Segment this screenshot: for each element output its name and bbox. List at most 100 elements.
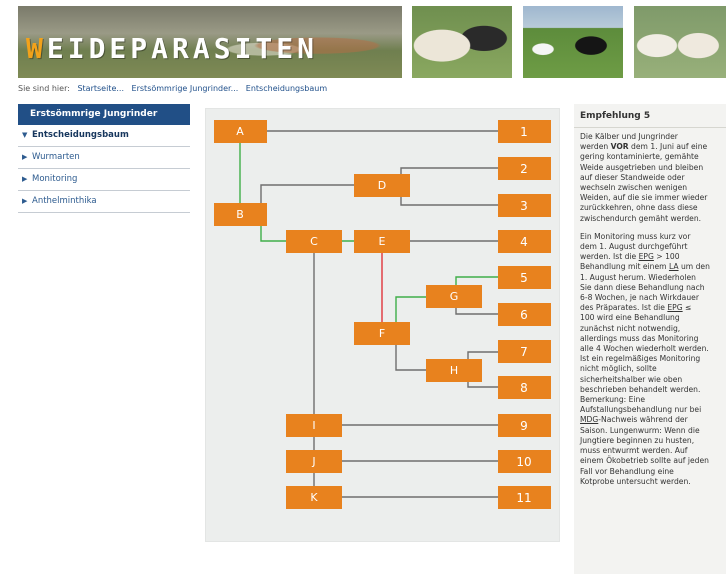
sidebar-item-wurmarten[interactable]: ▶ Wurmarten bbox=[18, 147, 190, 169]
svg-text:7: 7 bbox=[520, 345, 528, 359]
node-i[interactable]: I bbox=[286, 414, 342, 437]
sidebar-item-label: Wurmarten bbox=[32, 152, 80, 162]
text-line: 6-8 Wochen, je nach Wirkdauer bbox=[580, 293, 699, 303]
text-line: Jungtiere beginnen zu husten, bbox=[580, 435, 695, 445]
svg-text:H: H bbox=[450, 364, 458, 377]
text-line: auf dieser Standweide oder bbox=[580, 172, 685, 182]
svg-text:2: 2 bbox=[520, 162, 528, 176]
text-segment: dem 1. Juni auf eine bbox=[628, 142, 708, 152]
svg-text:4: 4 bbox=[520, 235, 528, 249]
node-c[interactable]: C bbox=[286, 230, 342, 253]
node-3[interactable]: 3 bbox=[498, 194, 551, 217]
node-f[interactable]: F bbox=[354, 322, 410, 345]
divider bbox=[574, 127, 726, 128]
text-line: 1. August herum. Wiederholen bbox=[580, 272, 696, 282]
svg-text:5: 5 bbox=[520, 271, 528, 285]
svg-text:9: 9 bbox=[520, 419, 528, 433]
sidebar-header: Erstsömmrige Jungrinder bbox=[18, 104, 190, 125]
text-line: zwischendurch gemäht werden. bbox=[580, 213, 702, 223]
svg-text:8: 8 bbox=[520, 381, 528, 395]
node-b[interactable]: B bbox=[214, 203, 267, 226]
svg-text:K: K bbox=[310, 491, 318, 504]
edge-f-g bbox=[395, 296, 426, 322]
edge-d-2 bbox=[400, 167, 498, 185]
text-line: Aufstallungsbehandlung nur bei bbox=[580, 405, 702, 415]
text-line: alle 4 Wochen wiederholt werden. bbox=[580, 344, 709, 354]
edge-b-c bbox=[260, 226, 286, 242]
node-d[interactable]: D bbox=[354, 174, 410, 197]
text-segment: um den bbox=[678, 262, 710, 272]
node-5[interactable]: 5 bbox=[498, 266, 551, 289]
node-g[interactable]: G bbox=[426, 285, 482, 308]
text-line: nicht möglich, sollte bbox=[580, 364, 657, 374]
text-emphasis: EPG bbox=[667, 303, 683, 313]
text-line: 100 wird eine Behandlung bbox=[580, 313, 680, 323]
text-line: werden VOR dem 1. Juni auf eine bbox=[580, 142, 726, 152]
sheep-photo bbox=[412, 6, 512, 78]
text-line: gering kontaminierte, gemähte bbox=[580, 152, 699, 162]
sidebar-item-monitoring[interactable]: ▶ Monitoring bbox=[18, 169, 190, 191]
text-emphasis: LA bbox=[668, 262, 679, 272]
svg-text:C: C bbox=[310, 235, 318, 248]
svg-text:E: E bbox=[379, 235, 386, 248]
svg-text:B: B bbox=[236, 208, 244, 221]
text-line: des Präparates. Ist die EPG ≤ bbox=[580, 303, 726, 313]
svg-text:G: G bbox=[450, 290, 459, 303]
text-line: wechseln zwischen wenigen bbox=[580, 183, 688, 193]
node-1[interactable]: 1 bbox=[498, 120, 551, 143]
text-line: Saison. Lungenwurm: Wenn die bbox=[580, 425, 700, 435]
text-line: zunächst nicht notwendig, bbox=[580, 323, 681, 333]
text-line: zurückkehren, ohne dass diese bbox=[580, 203, 698, 213]
sidebar-item-label: Monitoring bbox=[32, 174, 78, 184]
svg-text:1: 1 bbox=[520, 125, 528, 139]
breadcrumb-link-entscheidungsbaum[interactable]: Entscheidungsbaum bbox=[246, 84, 327, 93]
text-line: Fall vor Behandlung eine bbox=[580, 466, 674, 476]
breadcrumb-prefix: Sie sind hier: bbox=[18, 84, 70, 93]
node-a[interactable]: A bbox=[214, 120, 267, 143]
text-line: Kotprobe untersucht werden. bbox=[580, 476, 691, 486]
recommendation-text: Die Kälber und Jungrinder werden VOR dem … bbox=[580, 132, 726, 487]
text-segment: ≤ bbox=[682, 303, 692, 313]
node-10[interactable]: 10 bbox=[498, 450, 551, 473]
text-line: Ein Monitoring muss kurz vor bbox=[580, 231, 691, 241]
triangle-down-icon: ▼ bbox=[22, 131, 28, 139]
breadcrumb-link-jungrinder[interactable]: Erstsömmrige Jungrinder... bbox=[132, 84, 239, 93]
sidebar-item-entscheidungsbaum[interactable]: ▼ Entscheidungsbaum bbox=[18, 125, 190, 147]
svg-text:10: 10 bbox=[516, 455, 531, 469]
node-h[interactable]: H bbox=[426, 359, 482, 382]
svg-text:J: J bbox=[311, 455, 315, 468]
header-banner: WEIDEPARASITEN bbox=[18, 6, 726, 78]
node-2[interactable]: 2 bbox=[498, 157, 551, 180]
node-e[interactable]: E bbox=[354, 230, 410, 253]
svg-text:F: F bbox=[379, 327, 385, 340]
site-title: WEIDEPARASITEN bbox=[26, 32, 319, 65]
text-line: MDG-Nachweis während der bbox=[580, 415, 726, 425]
text-segment: werden bbox=[580, 142, 611, 152]
text-line: Weide ausgetrieben und bleiben bbox=[580, 162, 704, 172]
recommendation-panel: Empfehlung 5 Die Kälber und Jungrinder we… bbox=[574, 104, 726, 574]
node-4[interactable]: 4 bbox=[498, 230, 551, 253]
node-11[interactable]: 11 bbox=[498, 486, 551, 509]
triangle-right-icon: ▶ bbox=[22, 197, 28, 205]
text-line: Bemerkung: Eine bbox=[580, 395, 646, 405]
svg-text:D: D bbox=[378, 179, 386, 192]
triangle-right-icon: ▶ bbox=[22, 153, 28, 161]
triangle-right-icon: ▶ bbox=[22, 175, 28, 183]
node-7[interactable]: 7 bbox=[498, 340, 551, 363]
text-line: werden. Ist die EPG > 100 bbox=[580, 252, 726, 262]
edge-b-d bbox=[260, 184, 354, 203]
edge-d-3 bbox=[400, 185, 498, 206]
breadcrumb-link-startseite[interactable]: Startseite... bbox=[77, 84, 124, 93]
node-9[interactable]: 9 bbox=[498, 414, 551, 437]
sidebar-item-label: Anthelminthika bbox=[32, 196, 97, 206]
node-j[interactable]: J bbox=[286, 450, 342, 473]
node-6[interactable]: 6 bbox=[498, 303, 551, 326]
decision-tree-svg: A B C D E F G H I J K 1 2 3 4 5 6 7 8 9 … bbox=[214, 120, 551, 509]
node-8[interactable]: 8 bbox=[498, 376, 551, 399]
text-segment: werden. Ist die bbox=[580, 252, 639, 262]
node-k[interactable]: K bbox=[286, 486, 342, 509]
recommendation-paragraph-2: Ein Monitoring muss kurz vor dem 1. Augus… bbox=[580, 232, 726, 487]
text-segment: Behandlung mit einem bbox=[580, 262, 669, 272]
text-line: allerdings muss das Monitoring bbox=[580, 333, 699, 343]
sidebar-item-anthelminthika[interactable]: ▶ Anthelminthika bbox=[18, 191, 190, 213]
